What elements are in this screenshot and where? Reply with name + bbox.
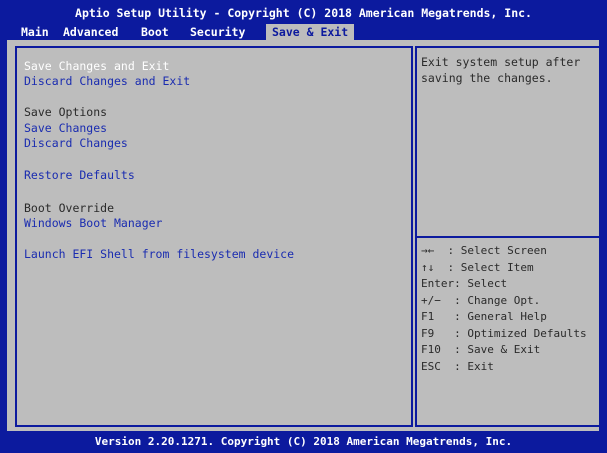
menu-item-restore-defaults[interactable]: Restore Defaults [24, 168, 135, 182]
key-legend-row: +/− : Change Opt. [421, 293, 541, 307]
menu-item-save-changes-and-exit[interactable]: Save Changes and Exit [24, 59, 169, 73]
content-area: Save Changes and Exit Discard Changes an… [7, 40, 603, 431]
menu-item-launch-efi-shell[interactable]: Launch EFI Shell from filesystem device [24, 247, 294, 261]
menu-item-discard-changes[interactable]: Discard Changes [24, 136, 128, 150]
menu-item-save-changes[interactable]: Save Changes [24, 121, 107, 135]
tab-security[interactable]: Security [190, 24, 245, 40]
tab-boot[interactable]: Boot [141, 24, 169, 40]
help-divider [416, 236, 602, 238]
key-legend-row: F1 : General Help [421, 310, 547, 323]
tab-save-exit[interactable]: Save & Exit [266, 24, 355, 40]
key-legend-row: ESC : Exit [421, 359, 494, 373]
key-legend-row: F10 : Save & Exit [421, 343, 541, 356]
section-header-save-options: Save Options [24, 105, 108, 119]
window-title: Aptio Setup Utility - Copyright (C) 2018… [75, 6, 532, 20]
section-header-boot-override: Boot Override [24, 201, 115, 215]
tab-main[interactable]: Main [21, 24, 49, 40]
menu-item-windows-boot-manager[interactable]: Windows Boot Manager [24, 216, 162, 230]
key-legend: →← : Select Screen ↑↓ : Select Item Ente… [421, 243, 587, 375]
help-description: Exit system setup after saving the chang… [421, 55, 581, 85]
tab-bar: Main Advanced Boot Security Save & Exit [0, 24, 607, 40]
menu-panel: Save Changes and Exit Discard Changes an… [15, 46, 413, 427]
key-legend-row: F9 : Optimized Defaults [421, 326, 587, 340]
version-footer: Version 2.20.1271. Copyright (C) 2018 Am… [94, 435, 513, 448]
key-legend-row: ↑↓ : Select Item [421, 260, 534, 274]
key-legend-row: →← : Select Screen [421, 244, 547, 257]
key-legend-row: Enter: Select [421, 277, 508, 290]
tab-advanced[interactable]: Advanced [63, 24, 118, 40]
menu-item-discard-changes-and-exit[interactable]: Discard Changes and Exit [24, 74, 190, 88]
help-panel: Exit system setup after saving the chang… [415, 46, 603, 427]
